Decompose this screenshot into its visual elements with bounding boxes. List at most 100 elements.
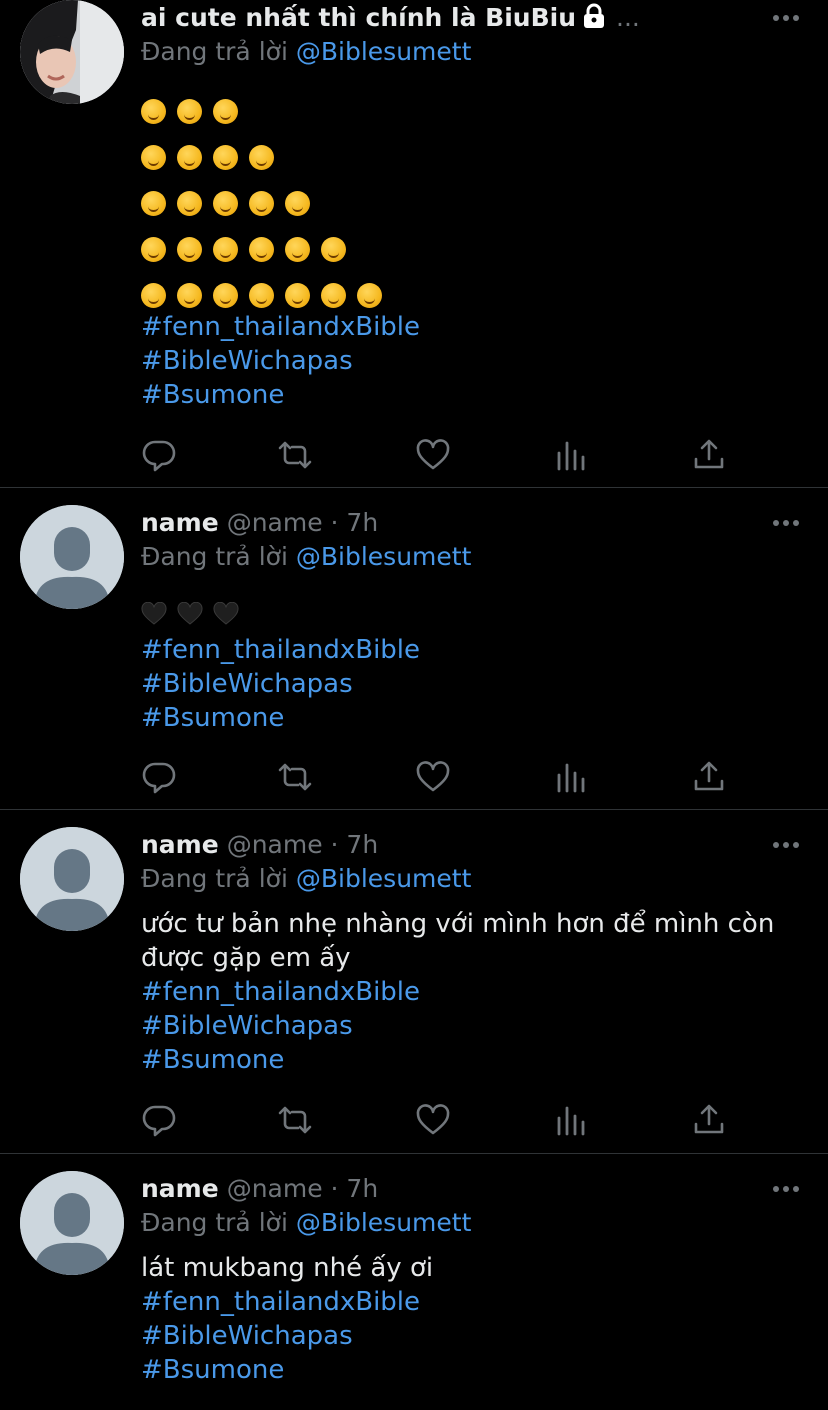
display-name[interactable]: name	[141, 508, 219, 537]
tweet-header: name @name · 7h	[141, 505, 758, 541]
avatar[interactable]	[20, 505, 124, 609]
tweet-header: name @name · 7h	[141, 827, 758, 863]
tweet-header: ai cute nhất thì chính là BiuBiu...	[141, 0, 758, 36]
replying-to-label: Đang trả lời	[141, 864, 288, 893]
hashtag-link[interactable]: #BibleWichapas	[141, 1319, 420, 1353]
share-icon[interactable]	[691, 437, 727, 473]
drooling-face-icon	[141, 98, 166, 124]
replying-to-label: Đang trả lời	[141, 1208, 288, 1237]
more-options-icon[interactable]	[772, 515, 800, 531]
more-options-icon[interactable]	[772, 10, 800, 26]
drooling-face-icon	[357, 282, 382, 308]
avatar[interactable]	[20, 0, 124, 104]
hashtag-link[interactable]: #Bsumone	[141, 701, 420, 735]
analytics-icon[interactable]	[553, 1102, 589, 1138]
drooling-face-icon	[285, 190, 310, 216]
avatar[interactable]	[20, 827, 124, 931]
drooling-face-icon	[177, 190, 202, 216]
drooling-face-icon	[141, 190, 166, 216]
hashtag-link[interactable]: #fenn_thailandxBible	[141, 1285, 420, 1319]
handle-time[interactable]: @name · 7h	[227, 830, 379, 859]
reply-icon[interactable]	[141, 437, 177, 473]
retweet-icon[interactable]	[277, 437, 313, 473]
black-heart-icon	[141, 602, 167, 625]
tweet[interactable]: name @name · 7h Đang trả lời @Biblesumett …	[0, 811, 828, 1154]
hashtag-link[interactable]: #Bsumone	[141, 1353, 420, 1387]
tweet-text-line: lát mukbang nhé ấy ơi	[141, 1253, 434, 1283]
like-icon[interactable]	[415, 437, 451, 473]
drooling-face-icon	[213, 282, 238, 308]
replying-to: Đang trả lời @Biblesumett	[141, 34, 471, 70]
drooling-face-icon	[213, 144, 238, 170]
drooling-face-icon	[177, 144, 202, 170]
hashtag-link[interactable]: #BibleWichapas	[141, 1009, 420, 1043]
more-options-icon[interactable]	[772, 1181, 800, 1197]
emoji-row	[141, 226, 393, 272]
drooling-face-icon	[321, 282, 346, 308]
mention-link[interactable]: @Biblesumett	[296, 1208, 472, 1237]
drooling-face-icon	[141, 144, 166, 170]
hashtag-link[interactable]: #fenn_thailandxBible	[141, 310, 420, 344]
hashtag-link[interactable]: #fenn_thailandxBible	[141, 975, 420, 1009]
drooling-face-icon	[177, 236, 202, 262]
tweet-text: lát mukbang nhé ấy ơi	[141, 1251, 788, 1285]
mention-link[interactable]: @Biblesumett	[296, 37, 472, 66]
drooling-face-icon	[249, 190, 274, 216]
like-icon[interactable]	[415, 759, 451, 795]
heart-emoji-row	[141, 599, 249, 629]
drooling-face-icon	[285, 236, 310, 262]
drooling-face-icon	[249, 236, 274, 262]
default-avatar-icon	[20, 1171, 124, 1275]
drooling-face-icon	[177, 282, 202, 308]
analytics-icon[interactable]	[553, 437, 589, 473]
retweet-icon[interactable]	[277, 1102, 313, 1138]
like-icon[interactable]	[415, 1102, 451, 1138]
display-name[interactable]: name	[141, 830, 219, 859]
tweet-text: ước tư bản nhẹ nhàng với mình hơn để mìn…	[141, 907, 788, 975]
share-icon[interactable]	[691, 1102, 727, 1138]
hashtag-link[interactable]: #Bsumone	[141, 378, 420, 412]
hashtag-link[interactable]: #fenn_thailandxBible	[141, 633, 420, 667]
drooling-face-icon	[213, 98, 238, 124]
emoji-row	[141, 88, 393, 134]
replying-to: Đang trả lời @Biblesumett	[141, 861, 471, 897]
tweet-header: name @name · 7h	[141, 1171, 758, 1207]
retweet-icon[interactable]	[277, 759, 313, 795]
drooling-face-icon	[249, 144, 274, 170]
drooling-face-icon	[213, 190, 238, 216]
tweet[interactable]: name @name · 7h Đang trả lời @Biblesumett …	[0, 489, 828, 810]
share-icon[interactable]	[691, 759, 727, 795]
mention-link[interactable]: @Biblesumett	[296, 864, 472, 893]
avatar[interactable]	[20, 1171, 124, 1275]
replying-to-label: Đang trả lời	[141, 542, 288, 571]
display-name[interactable]: ai cute nhất thì chính là BiuBiu	[141, 3, 576, 32]
truncation-ellipsis: ...	[616, 3, 640, 32]
tweet-text-line: được gặp em ấy	[141, 943, 351, 973]
avatar-photo	[20, 0, 124, 104]
black-heart-icon	[177, 602, 203, 625]
replying-to: Đang trả lời @Biblesumett	[141, 1205, 471, 1241]
emoji-block	[141, 88, 393, 318]
tweet-actions	[141, 1102, 741, 1138]
hashtag-link[interactable]: #BibleWichapas	[141, 344, 420, 378]
handle-time[interactable]: @name · 7h	[227, 508, 379, 537]
tweet[interactable]: ai cute nhất thì chính là BiuBiu... Đang…	[0, 0, 828, 488]
more-options-icon[interactable]	[772, 837, 800, 853]
tweet[interactable]: name @name · 7h Đang trả lời @Biblesumett …	[0, 1155, 828, 1410]
display-name[interactable]: name	[141, 1174, 219, 1203]
replying-to: Đang trả lời @Biblesumett	[141, 539, 471, 575]
tweet-text-line: ước tư bản nhẹ nhàng với mình hơn để mìn…	[141, 909, 775, 939]
tweet-actions	[141, 437, 741, 473]
reply-icon[interactable]	[141, 1102, 177, 1138]
mention-link[interactable]: @Biblesumett	[296, 542, 472, 571]
handle-time[interactable]: @name · 7h	[227, 1174, 379, 1203]
hashtag-link[interactable]: #BibleWichapas	[141, 667, 420, 701]
reply-icon[interactable]	[141, 759, 177, 795]
analytics-icon[interactable]	[553, 759, 589, 795]
drooling-face-icon	[141, 282, 166, 308]
hashtag-link[interactable]: #Bsumone	[141, 1043, 420, 1077]
hashtags: #fenn_thailandxBible #BibleWichapas #Bsu…	[141, 975, 420, 1077]
emoji-row	[141, 180, 393, 226]
black-heart-icon	[213, 602, 239, 625]
lock-icon	[582, 3, 606, 36]
